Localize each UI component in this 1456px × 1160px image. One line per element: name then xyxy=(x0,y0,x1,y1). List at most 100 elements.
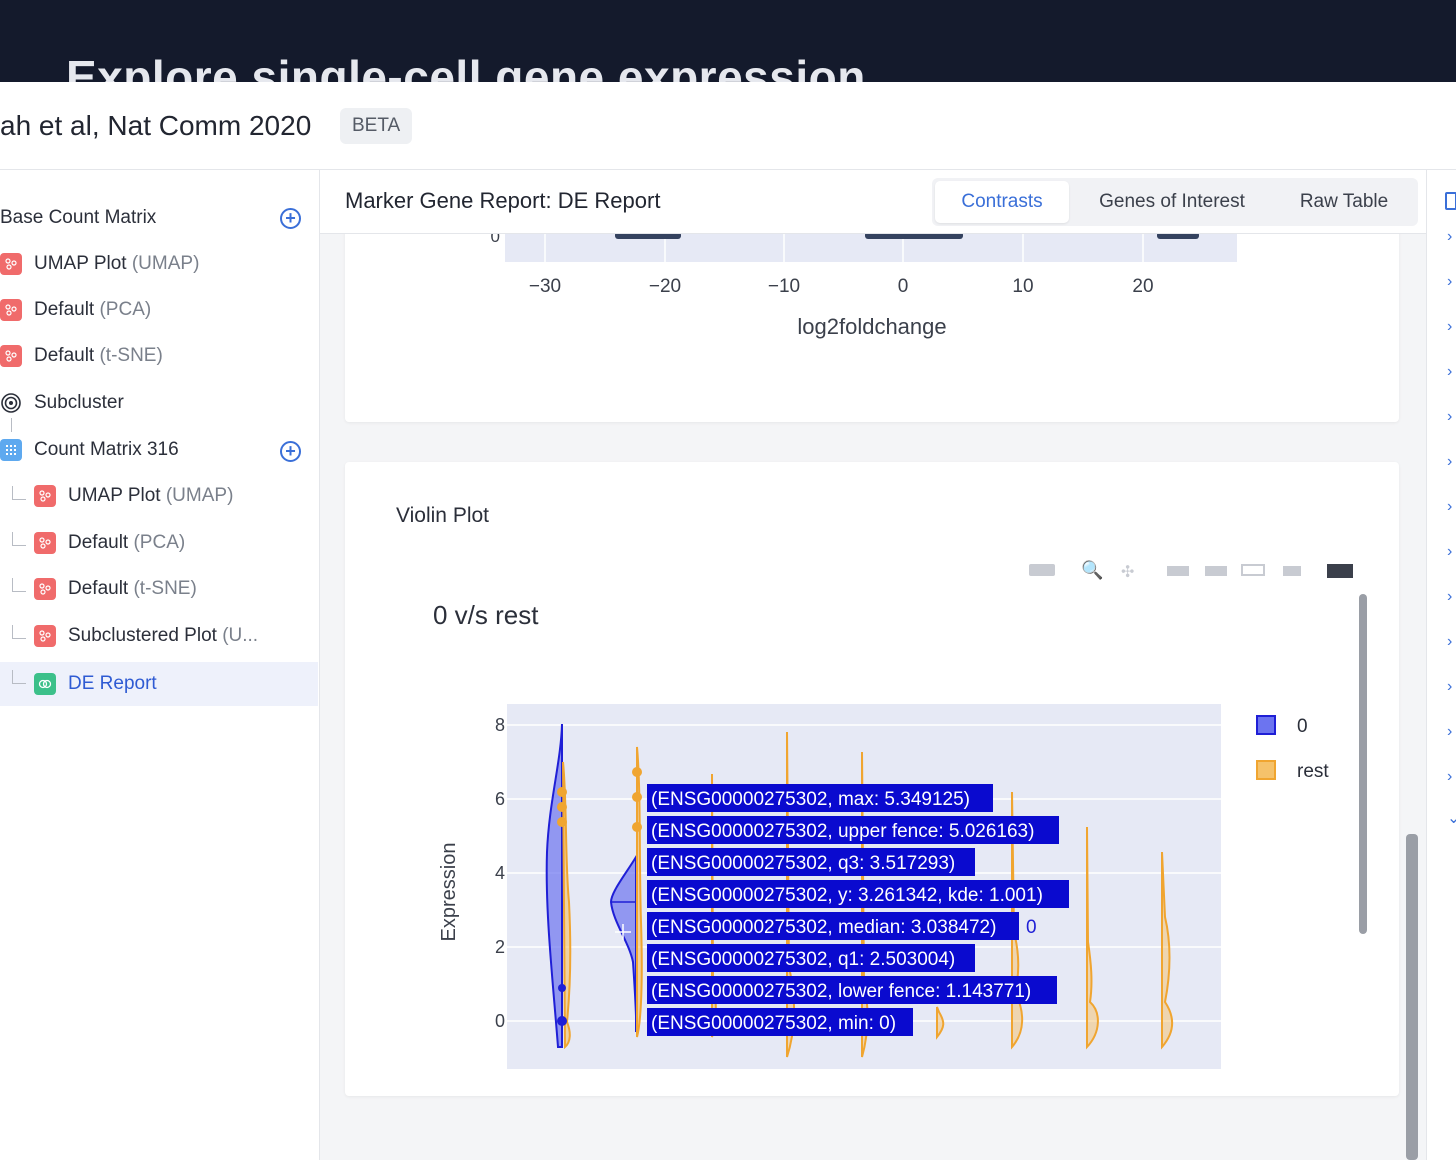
tree-connector xyxy=(12,532,26,546)
sidebar-item-sublabel: (PCA) xyxy=(133,532,185,554)
report-icon xyxy=(34,673,56,695)
sidebar-item-default-tsne[interactable]: Default (t-SNE) xyxy=(0,334,318,378)
plot-icon xyxy=(34,578,56,600)
sidebar-item-sublabel: (t-SNE) xyxy=(99,345,162,367)
sidebar-item-base-count-matrix[interactable]: Base Count Matrix xyxy=(0,196,318,240)
sidebar-item-sublabel: (U... xyxy=(222,625,258,647)
sidebar-item-default-pca-2[interactable]: Default (PCA) xyxy=(34,521,318,565)
outlier-point xyxy=(632,822,642,832)
matrix-icon xyxy=(0,439,22,461)
chevron-right-icon[interactable]: › xyxy=(1447,318,1452,336)
legend-swatch-rest xyxy=(1257,761,1275,779)
chevron-right-icon[interactable]: › xyxy=(1447,588,1452,606)
sidebar-item-default-pca[interactable]: Default (PCA) xyxy=(0,288,318,332)
chevron-right-icon[interactable]: › xyxy=(1447,678,1452,696)
sidebar-item-label: Base Count Matrix xyxy=(0,207,156,229)
outlier-point xyxy=(632,767,642,777)
hover-label: (ENSG00000275302, lower fence: 1.143771) xyxy=(651,981,1031,1002)
tab-raw-table[interactable]: Raw Table xyxy=(1280,178,1408,226)
report-title: Marker Gene Report: DE Report xyxy=(345,188,660,214)
right-panel-strip: › › › › › › › › › › › › › ⌄ xyxy=(1426,170,1456,1160)
sidebar-item-umap-plot-2[interactable]: UMAP Plot (UMAP) xyxy=(34,474,318,518)
sidebar-item-count-matrix-316[interactable]: Count Matrix 316 xyxy=(0,428,318,472)
report-header: Marker Gene Report: DE Report Contrasts … xyxy=(320,170,1426,234)
hover-label: (ENSG00000275302, y: 3.261342, kde: 1.00… xyxy=(651,885,1043,906)
data-mark xyxy=(615,234,681,239)
tab-genes-of-interest[interactable]: Genes of Interest xyxy=(1080,178,1264,226)
chevron-right-icon[interactable]: › xyxy=(1447,768,1452,786)
add-icon[interactable]: + xyxy=(280,441,301,462)
chevron-right-icon[interactable]: › xyxy=(1447,273,1452,291)
legend-swatch-0 xyxy=(1257,716,1275,734)
sidebar-item-subclustered-plot[interactable]: Subclustered Plot (U... xyxy=(34,614,318,658)
x-tick-label: −10 xyxy=(768,276,800,297)
panel-toggle-icon[interactable] xyxy=(1445,192,1456,210)
report-content: 0 −30 −20 −10 0 10 20 log2foldchange Vio… xyxy=(320,234,1426,1160)
tab-contrasts[interactable]: Contrasts xyxy=(935,181,1069,223)
sidebar: Base Count Matrix + UMAP Plot (UMAP) Def… xyxy=(0,170,320,1160)
tree-connector xyxy=(12,578,26,592)
hover-label: (ENSG00000275302, q1: 2.503004) xyxy=(651,949,955,970)
outlier-point xyxy=(557,817,567,827)
add-icon[interactable]: + xyxy=(280,208,301,229)
banner-title: Explore single-cell gene expression xyxy=(66,50,866,82)
sidebar-item-label: Count Matrix 316 xyxy=(34,439,179,461)
tree-connector xyxy=(12,670,26,684)
sidebar-item-sublabel: (UMAP) xyxy=(166,485,234,507)
x-axis-label: log2foldchange xyxy=(797,314,946,339)
hover-label: (ENSG00000275302, upper fence: 5.026163) xyxy=(651,821,1034,842)
plot-scrollbar[interactable] xyxy=(1359,594,1367,934)
plot-icon xyxy=(34,485,56,507)
plot-icon xyxy=(0,345,22,367)
sidebar-item-de-report[interactable]: DE Report xyxy=(0,662,318,706)
legend-label: 0 xyxy=(1297,716,1308,737)
hover-trace-name: 0 xyxy=(1026,917,1037,938)
x-tick-label: −30 xyxy=(529,276,561,297)
chevron-right-icon[interactable]: › xyxy=(1447,363,1452,381)
plot-icon xyxy=(34,532,56,554)
target-icon xyxy=(0,392,22,414)
chevron-right-icon[interactable]: › xyxy=(1447,633,1452,651)
chevron-right-icon[interactable]: › xyxy=(1447,723,1452,741)
sidebar-item-label: Subclustered Plot xyxy=(68,625,217,647)
sidebar-item-label: Subcluster xyxy=(34,392,124,414)
outlier-point xyxy=(632,792,642,802)
x-tick-label: 20 xyxy=(1132,276,1153,297)
y-tick-label: 0 xyxy=(495,1011,505,1031)
data-mark xyxy=(865,234,963,239)
chevron-right-icon[interactable]: › xyxy=(1447,228,1452,246)
y-tick-label: 8 xyxy=(495,715,505,735)
violin-card: Violin Plot 🔍 ✣ 0 v/s rest 8 6 4 xyxy=(345,462,1399,1096)
sidebar-item-label: Default xyxy=(34,345,94,367)
sidebar-item-subcluster[interactable]: Subcluster xyxy=(0,381,318,425)
volcano-plot: 0 −30 −20 −10 0 10 20 log2foldchange xyxy=(345,234,1399,422)
hover-label: (ENSG00000275302, max: 5.349125) xyxy=(651,789,970,810)
x-tick-label: 0 xyxy=(898,276,909,297)
x-tick-label: −20 xyxy=(649,276,681,297)
outlier-point xyxy=(557,1016,567,1026)
sidebar-item-label: UMAP Plot xyxy=(34,253,127,275)
sidebar-item-sublabel: (t-SNE) xyxy=(133,578,196,600)
outlier-point xyxy=(558,984,566,992)
violin-plot: 8 6 4 2 0 Expression xyxy=(345,462,1399,1096)
y-tick-label: 6 xyxy=(495,789,505,809)
legend-label: rest xyxy=(1297,761,1329,782)
hover-label: (ENSG00000275302, median: 3.038472) xyxy=(651,917,996,938)
sidebar-item-umap-plot[interactable]: UMAP Plot (UMAP) xyxy=(0,242,318,286)
chevron-right-icon[interactable]: › xyxy=(1447,498,1452,516)
plot-icon xyxy=(0,299,22,321)
sidebar-item-label: UMAP Plot xyxy=(68,485,161,507)
volcano-card: 0 −30 −20 −10 0 10 20 log2foldchange xyxy=(345,234,1399,422)
tree-connector xyxy=(12,625,26,639)
content-scrollbar[interactable] xyxy=(1406,834,1418,1160)
beta-badge: BETA xyxy=(340,108,412,144)
chevron-right-icon[interactable]: › xyxy=(1447,453,1452,471)
outlier-point xyxy=(557,802,567,812)
chevron-right-icon[interactable]: › xyxy=(1447,408,1452,426)
plot-icon xyxy=(34,625,56,647)
chevron-right-icon[interactable]: › xyxy=(1447,543,1452,561)
x-tick-label: 10 xyxy=(1012,276,1033,297)
y-tick-label: 0 xyxy=(491,234,500,246)
sidebar-item-default-tsne-2[interactable]: Default (t-SNE) xyxy=(34,567,318,611)
chevron-down-icon[interactable]: ⌄ xyxy=(1447,808,1456,828)
